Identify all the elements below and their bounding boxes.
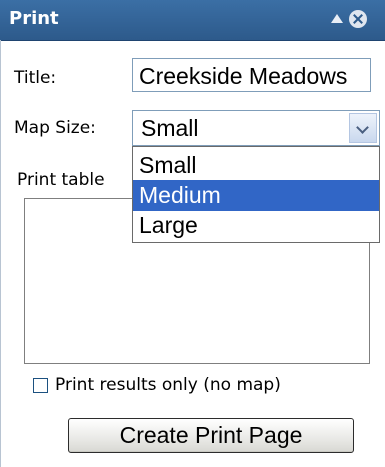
map-size-select[interactable]: Small [132,110,380,146]
dropdown-arrow-button[interactable] [349,113,377,143]
create-print-page-button[interactable]: Create Print Page [68,418,354,453]
print-results-only-label: Print results only (no map) [55,375,281,395]
map-size-label: Map Size: [14,118,96,138]
map-size-dropdown-list: Small Medium Large [132,146,380,243]
map-size-selected-value: Small [141,115,199,141]
dropdown-option-medium[interactable]: Medium [133,180,379,211]
panel-border [0,40,1,467]
panel-title: Print [9,8,59,29]
print-table-label: Print table [17,170,105,190]
title-input[interactable]: Creekside Meadows [132,58,371,92]
print-panel: Print Title: Creekside Meadows Map Size:… [0,0,385,467]
collapse-icon[interactable] [331,14,343,23]
dropdown-option-large[interactable]: Large [133,210,379,241]
close-icon[interactable] [349,10,367,28]
print-results-only-checkbox[interactable] [33,378,48,393]
chevron-down-icon [356,121,369,134]
title-label: Title: [14,68,57,88]
dropdown-option-small[interactable]: Small [133,150,379,181]
panel-titlebar: Print [0,0,385,41]
